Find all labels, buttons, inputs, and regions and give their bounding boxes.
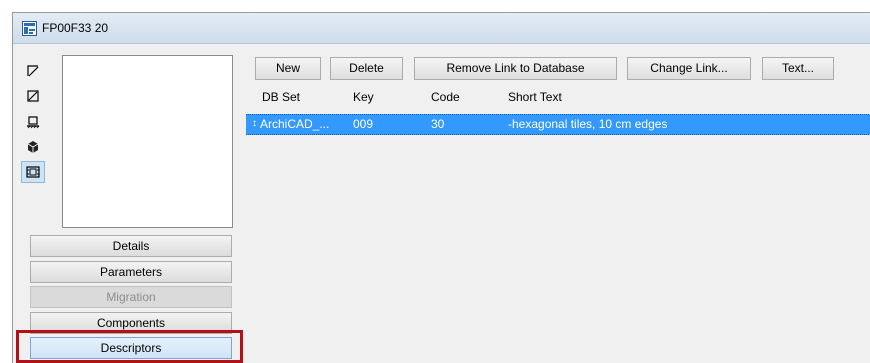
- migration-label: Migration: [106, 290, 156, 304]
- elevation-view-button[interactable]: [21, 111, 45, 133]
- row-drag-handle-icon[interactable]: ↕: [252, 118, 257, 129]
- components-label: Components: [96, 316, 166, 330]
- column-header-db-set[interactable]: DB Set: [262, 90, 300, 104]
- table-row[interactable]: ↕ ArchiCAD_... 009 30 -hexagonal tiles, …: [246, 114, 870, 135]
- section-icon: [27, 90, 39, 102]
- descriptors-button[interactable]: Descriptors: [30, 337, 232, 359]
- new-button[interactable]: New: [255, 57, 321, 80]
- delete-button[interactable]: Delete: [330, 57, 403, 80]
- section-view-button[interactable]: [21, 85, 45, 107]
- column-header-code[interactable]: Code: [431, 90, 460, 104]
- change-link-button[interactable]: Change Link...: [627, 57, 751, 80]
- details-button[interactable]: Details: [30, 235, 232, 257]
- text-button[interactable]: Text...: [762, 57, 834, 80]
- floor-plan-icon: [27, 65, 39, 77]
- 3d-view-button[interactable]: [21, 136, 45, 158]
- elevation-icon: [27, 116, 40, 129]
- cell-db-set: ArchiCAD_...: [260, 117, 330, 131]
- floor-plan-view-button[interactable]: [21, 60, 45, 82]
- cell-key: 009: [353, 117, 374, 131]
- remove-link-button[interactable]: Remove Link to Database: [414, 57, 617, 80]
- cell-short-text: -hexagonal tiles, 10 cm edges: [508, 117, 668, 131]
- descriptor-view-button[interactable]: [21, 161, 45, 183]
- text-label: Text...: [781, 61, 814, 75]
- details-label: Details: [112, 239, 150, 253]
- components-button[interactable]: Components: [30, 312, 232, 334]
- 3d-icon: [27, 141, 39, 153]
- parameters-label: Parameters: [99, 265, 163, 279]
- column-header-short-text[interactable]: Short Text: [508, 90, 562, 104]
- title-bar[interactable]: FP00F33 20: [13, 13, 870, 44]
- object-settings-icon: [22, 21, 37, 36]
- new-label: New: [275, 61, 300, 75]
- remove-link-label: Remove Link to Database: [446, 61, 585, 75]
- descriptor-settings-window: FP00F33 20 Details Parameters Migration …: [12, 12, 870, 363]
- column-header-key[interactable]: Key: [353, 90, 374, 104]
- change-link-label: Change Link...: [650, 61, 728, 75]
- parameters-button[interactable]: Parameters: [30, 261, 232, 283]
- descriptor-view-icon: [26, 166, 40, 178]
- window-title: FP00F33 20: [42, 21, 109, 35]
- descriptors-label: Descriptors: [100, 341, 162, 355]
- preview-area: [62, 55, 233, 228]
- cell-code: 30: [431, 117, 445, 131]
- delete-label: Delete: [349, 61, 384, 75]
- migration-button[interactable]: Migration: [30, 286, 232, 308]
